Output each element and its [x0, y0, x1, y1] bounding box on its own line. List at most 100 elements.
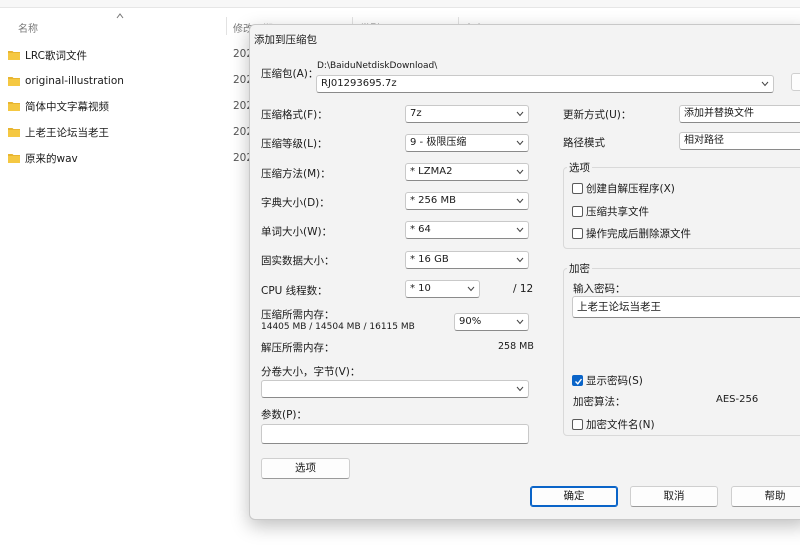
delete-source-checkbox[interactable]: 操作完成后删除源文件 [572, 226, 691, 240]
compress-memory-label: 压缩所需内存： [261, 309, 335, 321]
path-mode-label: 路径模式 [563, 137, 605, 149]
options-button[interactable]: 选项 [261, 458, 350, 479]
folder-icon [8, 101, 20, 111]
encrypt-names-label: 加密文件名(N) [586, 418, 655, 431]
chevron-down-icon [516, 198, 524, 204]
encrypt-names-checkbox[interactable]: 加密文件名(N) [572, 417, 655, 431]
parameters-label: 参数(P)： [261, 409, 308, 421]
chevron-down-icon [467, 286, 475, 292]
method-label: 压缩方法(M)： [261, 168, 331, 180]
shared-files-label: 压缩共享文件 [586, 205, 649, 218]
cpu-threads-value: * 10 [410, 283, 431, 294]
method-value: * LZMA2 [410, 166, 453, 177]
volume-size-combo[interactable] [261, 380, 529, 398]
list-item[interactable]: 简体中文字幕视频 [8, 96, 109, 116]
memory-percent-value: 90% [459, 316, 482, 327]
checkbox-box [572, 418, 583, 430]
decompress-memory-label: 解压所需内存： [261, 342, 335, 354]
options-group-title: 选项 [567, 160, 592, 175]
decompress-memory-value: 258 MB [498, 341, 534, 352]
cpu-threads-max: / 12 [513, 283, 534, 295]
folder-name: 简体中文字幕视频 [25, 100, 109, 113]
dictionary-value: * 256 MB [410, 195, 456, 206]
folder-name: 原来的wav [25, 152, 78, 165]
solid-size-combo[interactable]: * 16 GB [405, 251, 529, 269]
folder-icon [8, 76, 20, 86]
dictionary-label: 字典大小(D)： [261, 197, 330, 209]
sfx-label: 创建自解压程序(X) [586, 182, 675, 195]
browse-button[interactable] [791, 73, 800, 91]
password-input[interactable]: 上老王论坛当老王 [572, 296, 800, 318]
archive-directory: D:\BaiduNetdiskDownload\ [317, 61, 438, 71]
ok-button[interactable]: 确定 [530, 486, 618, 507]
update-mode-label: 更新方式(U)： [563, 109, 632, 121]
word-size-label: 单词大小(W)： [261, 226, 333, 238]
list-item[interactable]: original-illustration [8, 71, 124, 91]
dictionary-combo[interactable]: * 256 MB [405, 192, 529, 210]
checkbox-box [572, 227, 583, 239]
folder-name: original-illustration [25, 75, 124, 87]
format-label: 压缩格式(F)： [261, 109, 328, 121]
solid-size-value: * 16 GB [410, 254, 449, 265]
encryption-method-value: AES-256 [716, 394, 759, 405]
sort-up-icon [116, 13, 124, 19]
encryption-method-combo[interactable]: AES-256 [712, 392, 800, 410]
level-combo[interactable]: 9 - 极限压缩 [405, 134, 529, 152]
checkbox-box [572, 374, 583, 386]
memory-percent-combo[interactable]: 90% [454, 313, 529, 331]
cpu-threads-combo[interactable]: * 10 [405, 280, 480, 298]
update-mode-value: 添加并替换文件 [684, 108, 754, 119]
archive-name-combo[interactable]: RJ01293695.7z [316, 75, 774, 93]
update-mode-combo[interactable]: 添加并替换文件 [679, 105, 800, 123]
show-password-label: 显示密码(S) [586, 374, 643, 387]
folder-name: LRC歌词文件 [25, 49, 87, 62]
path-mode-combo[interactable]: 相对路径 [679, 132, 800, 150]
encryption-group-title: 加密 [567, 261, 592, 276]
folder-name: 上老王论坛当老王 [25, 126, 109, 139]
format-combo[interactable]: 7z [405, 105, 529, 123]
chevron-down-icon [516, 111, 524, 117]
chevron-down-icon [761, 81, 769, 87]
compress-memory-detail: 14405 MB / 14504 MB / 16115 MB [261, 322, 415, 332]
archive-label: 压缩包(A)： [261, 68, 319, 80]
folder-icon [8, 153, 20, 163]
checkbox-box [572, 205, 583, 217]
word-size-value: * 64 [410, 224, 431, 235]
checkmark-icon [575, 378, 583, 385]
dialog-title: 添加到压缩包 [254, 34, 317, 46]
format-value: 7z [410, 108, 422, 119]
path-mode-value: 相对路径 [684, 135, 724, 146]
column-divider[interactable] [226, 17, 227, 35]
word-size-combo[interactable]: * 64 [405, 221, 529, 239]
add-to-archive-dialog: 添加到压缩包 压缩包(A)： D:\BaiduNetdiskDownload\ … [249, 24, 800, 520]
chevron-down-icon [516, 257, 524, 263]
method-combo[interactable]: * LZMA2 [405, 163, 529, 181]
show-password-checkbox[interactable]: 显示密码(S) [572, 373, 643, 387]
solid-size-label: 固实数据大小： [261, 255, 335, 267]
sfx-checkbox[interactable]: 创建自解压程序(X) [572, 181, 675, 195]
level-value: 9 - 极限压缩 [410, 137, 467, 148]
delete-source-label: 操作完成后删除源文件 [586, 227, 691, 240]
shared-files-checkbox[interactable]: 压缩共享文件 [572, 204, 649, 218]
chevron-down-icon [516, 140, 524, 146]
archive-name-value: RJ01293695.7z [321, 78, 397, 89]
cancel-button[interactable]: 取消 [630, 486, 718, 507]
help-button[interactable]: 帮助 [731, 486, 800, 507]
explorer-toolbar [0, 0, 800, 8]
volume-size-label: 分卷大小，字节(V)： [261, 366, 361, 378]
list-item[interactable]: 上老王论坛当老王 [8, 122, 109, 142]
chevron-down-icon [516, 386, 524, 392]
encryption-method-label: 加密算法： [573, 396, 626, 408]
list-item[interactable]: LRC歌词文件 [8, 45, 87, 65]
list-item[interactable]: 原来的wav [8, 148, 78, 168]
folder-icon [8, 127, 20, 137]
column-header-name[interactable]: 名称 [18, 20, 38, 35]
password-label: 输入密码： [573, 283, 626, 295]
parameters-input[interactable] [261, 424, 529, 444]
chevron-down-icon [516, 227, 524, 233]
cpu-threads-label: CPU 线程数： [261, 285, 328, 297]
checkbox-box [572, 182, 583, 194]
folder-icon [8, 50, 20, 60]
chevron-down-icon [516, 319, 524, 325]
chevron-down-icon [516, 169, 524, 175]
